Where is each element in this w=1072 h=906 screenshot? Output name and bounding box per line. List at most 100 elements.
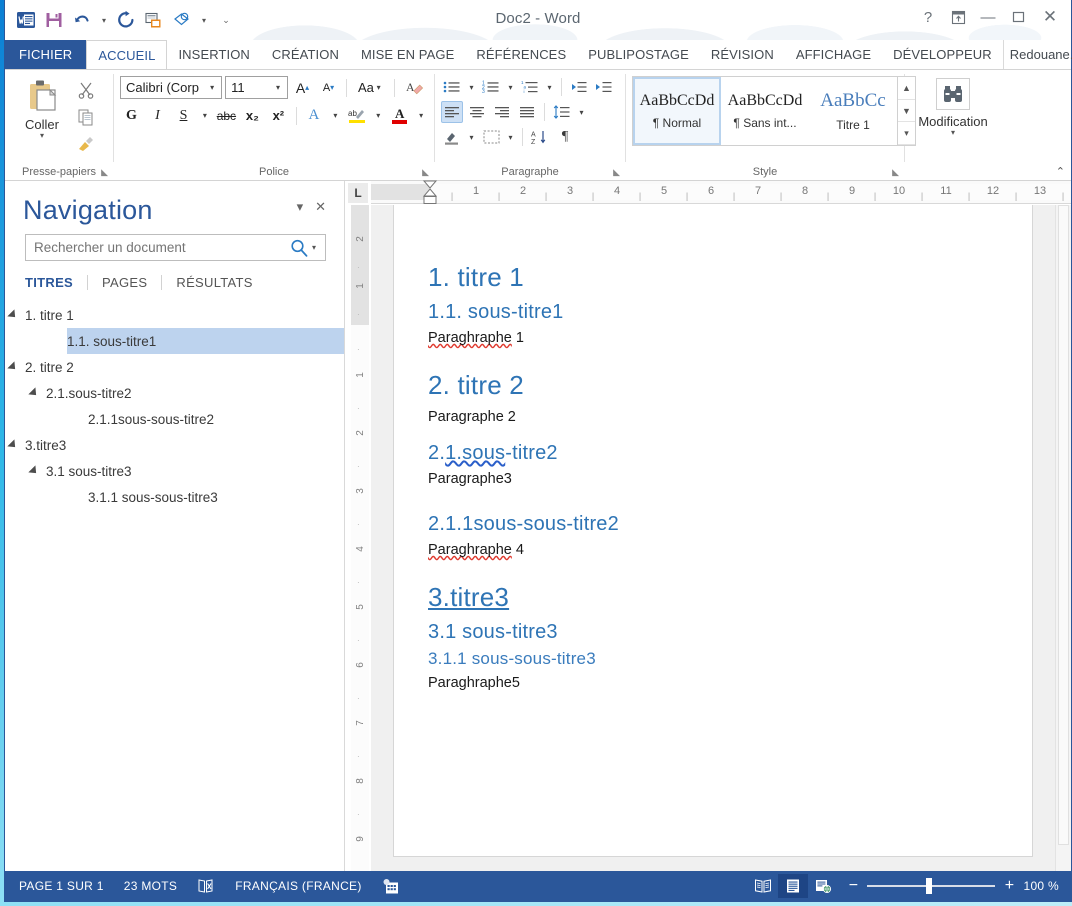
font-size-combo[interactable]: 11 ▾: [225, 76, 289, 99]
font-color-button[interactable]: A: [388, 104, 411, 127]
tab-pages[interactable]: PAGES: [102, 275, 161, 290]
numbering-button[interactable]: 123: [480, 76, 502, 98]
line-spacing-button[interactable]: [551, 101, 573, 123]
navigation-search-box[interactable]: ▾: [25, 234, 326, 261]
paragraph-dialog-launcher-icon[interactable]: ◣: [613, 167, 620, 178]
navigation-close-icon[interactable]: ✕: [309, 195, 332, 219]
copy-button[interactable]: [73, 105, 99, 129]
shrink-font-button[interactable]: A ▾: [317, 76, 340, 99]
print-layout-icon[interactable]: [778, 874, 809, 898]
bullets-button[interactable]: [441, 76, 463, 98]
tab-accueil[interactable]: ACCUEIL: [86, 40, 168, 69]
grow-font-button[interactable]: A ▴: [291, 76, 314, 99]
redo-icon[interactable]: [113, 7, 139, 33]
align-left-button[interactable]: [441, 101, 463, 123]
zoom-in-button[interactable]: +: [1002, 877, 1016, 895]
text-effects-dropdown-icon[interactable]: ▾: [328, 104, 342, 127]
font-size-chevron-down-icon[interactable]: ▾: [271, 83, 285, 92]
tab-revision[interactable]: RÉVISION: [700, 40, 785, 69]
numbering-dropdown-icon[interactable]: ▾: [505, 76, 516, 98]
document-page[interactable]: 1. titre 1 1.1. sous-titre1 Paraghraphe …: [393, 205, 1033, 857]
expand-triangle-icon[interactable]: [5, 361, 21, 373]
line-spacing-dropdown-icon[interactable]: ▾: [576, 101, 587, 123]
expand-triangle-icon[interactable]: [5, 439, 21, 451]
clipboard-dialog-launcher-icon[interactable]: ◣: [101, 167, 108, 178]
cut-button[interactable]: [73, 78, 99, 102]
style-sans-interligne[interactable]: AaBbCcDd ¶ Sans int...: [721, 77, 809, 145]
superscript-button[interactable]: x²: [267, 104, 290, 127]
multilevel-dropdown-icon[interactable]: ▾: [544, 76, 555, 98]
decrease-indent-button[interactable]: [568, 76, 590, 98]
nav-heading-8[interactable]: 3.1.1 sous-sous-titre3: [5, 484, 344, 510]
search-icon[interactable]: [286, 238, 312, 258]
search-input[interactable]: [26, 240, 286, 255]
style-normal[interactable]: AaBbCcDd ¶ Normal: [633, 77, 721, 145]
bullets-dropdown-icon[interactable]: ▾: [466, 76, 477, 98]
undo-dropdown-icon[interactable]: ▾: [97, 7, 111, 33]
help-icon[interactable]: ?: [913, 4, 943, 30]
tab-references[interactable]: RÉFÉRENCES: [465, 40, 577, 69]
zoom-out-button[interactable]: −: [846, 877, 860, 895]
expand-triangle-icon[interactable]: [5, 309, 21, 321]
paste-button[interactable]: Coller ▾: [11, 74, 73, 164]
touch-mode-dropdown-icon[interactable]: ▾: [197, 7, 211, 33]
change-case-button[interactable]: Aa ▾: [353, 76, 388, 99]
tab-fichier[interactable]: FICHIER: [5, 40, 87, 69]
align-center-button[interactable]: [466, 101, 488, 123]
editing-button[interactable]: [936, 78, 970, 110]
print-preview-icon[interactable]: [141, 7, 167, 33]
scrollbar-thumb[interactable]: [1058, 205, 1069, 845]
styles-dialog-launcher-icon[interactable]: ◣: [892, 167, 899, 178]
font-name-chevron-down-icon[interactable]: ▾: [205, 83, 219, 92]
macro-record-icon[interactable]: [372, 878, 410, 895]
paste-dropdown-icon[interactable]: ▾: [40, 132, 44, 140]
shading-button[interactable]: [441, 126, 463, 148]
sort-button[interactable]: AZ: [529, 126, 551, 148]
bold-button[interactable]: G: [120, 104, 143, 127]
font-dialog-launcher-icon[interactable]: ◣: [422, 167, 429, 178]
justify-button[interactable]: [516, 101, 538, 123]
nav-heading-6[interactable]: 3.titre3: [5, 432, 344, 458]
document-text[interactable]: 1. titre 1 1.1. sous-titre1 Paraghraphe …: [394, 205, 1032, 692]
borders-dropdown-icon[interactable]: ▾: [505, 126, 516, 148]
nav-heading-5[interactable]: 2.1.1sous-sous-titre2: [5, 406, 344, 432]
spelling-check-icon[interactable]: [187, 878, 225, 894]
collapse-ribbon-icon[interactable]: ⌃: [1056, 165, 1065, 178]
underline-dropdown-icon[interactable]: ▾: [198, 104, 212, 127]
ruler-track[interactable]: 1 2 3 4 5 6 7 8 9 10 11 12 13 | | | | | | |: [371, 180, 1071, 204]
save-icon[interactable]: [41, 7, 67, 33]
align-right-button[interactable]: [491, 101, 513, 123]
increase-indent-button[interactable]: [593, 76, 615, 98]
tab-creation[interactable]: CRÉATION: [261, 40, 350, 69]
highlight-dropdown-icon[interactable]: ▾: [371, 104, 385, 127]
maximize-button[interactable]: [1003, 4, 1033, 30]
account-menu[interactable]: Redouane... ▾: [1002, 40, 1072, 69]
page-indicator[interactable]: PAGE 1 SUR 1: [9, 879, 114, 893]
read-mode-icon[interactable]: [748, 874, 778, 898]
multilevel-list-button[interactable]: 1ai: [519, 76, 541, 98]
format-painter-button[interactable]: [73, 132, 99, 156]
text-effects-button[interactable]: A: [302, 104, 325, 127]
tab-mise-en-page[interactable]: MISE EN PAGE: [350, 40, 465, 69]
clear-formatting-button[interactable]: A: [401, 76, 428, 99]
language-indicator[interactable]: FRANÇAIS (FRANCE): [225, 879, 371, 893]
strikethrough-button[interactable]: abc: [215, 104, 238, 127]
tab-affichage[interactable]: AFFICHAGE: [785, 40, 882, 69]
undo-icon[interactable]: [69, 7, 95, 33]
tab-publipostage[interactable]: PUBLIPOSTAGE: [577, 40, 700, 69]
zoom-slider-thumb[interactable]: [926, 878, 933, 894]
style-titre-1[interactable]: AaBbCc Titre 1: [809, 77, 897, 145]
expand-triangle-icon[interactable]: [26, 387, 42, 399]
font-color-dropdown-icon[interactable]: ▾: [414, 104, 428, 127]
nav-heading-7[interactable]: 3.1 sous-titre3: [5, 458, 344, 484]
document-vertical-scrollbar[interactable]: [1055, 205, 1071, 871]
tab-titres[interactable]: TITRES: [25, 275, 87, 290]
search-options-chevron-down-icon[interactable]: ▾: [312, 243, 325, 252]
expand-triangle-icon[interactable]: [26, 465, 42, 477]
font-name-combo[interactable]: Calibri (Corp ▾: [120, 76, 223, 99]
borders-button[interactable]: [480, 126, 502, 148]
customize-qat-icon[interactable]: ⌄: [219, 7, 233, 33]
minimize-button[interactable]: —: [973, 4, 1003, 30]
show-marks-button[interactable]: ¶: [554, 126, 576, 148]
italic-button[interactable]: I: [146, 104, 169, 127]
